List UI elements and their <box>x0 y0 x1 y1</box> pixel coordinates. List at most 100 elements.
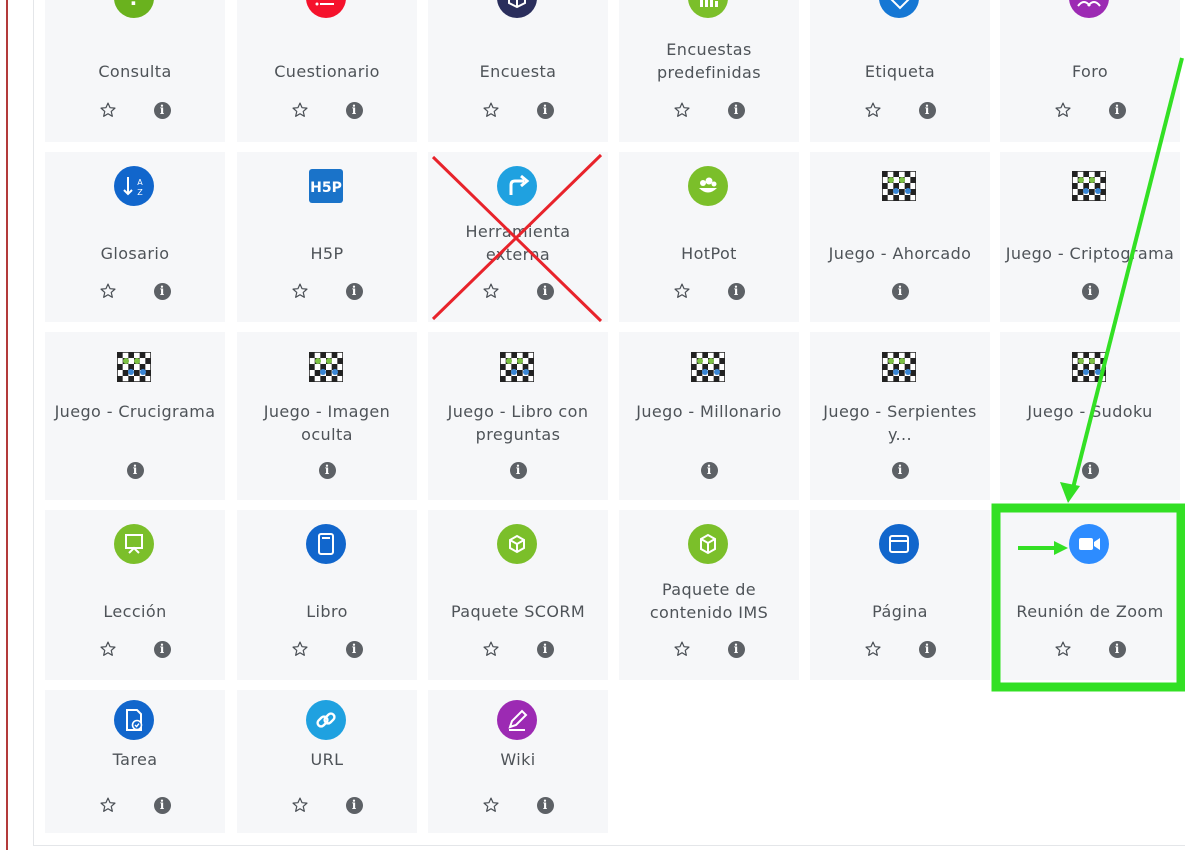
activity-tile[interactable]: Encuestas predefinidas i <box>619 0 799 142</box>
h5p-logo-icon: H5P <box>309 169 343 203</box>
activity-tile[interactable]: Wiki i <box>428 690 608 833</box>
star-icon[interactable] <box>1052 638 1074 660</box>
activity-tile[interactable]: A Z Glosario i <box>45 152 225 322</box>
activity-tile[interactable]: Reunión de Zoom i <box>1000 510 1180 680</box>
activity-tile[interactable]: Lección i <box>45 510 225 680</box>
activity-tile[interactable]: Paquete SCORM i <box>428 510 608 680</box>
package-cube-icon <box>497 524 537 564</box>
activity-label: Paquete SCORM <box>450 602 586 621</box>
activity-tile[interactable]: Juego - Serpientes y... i <box>810 332 990 500</box>
star-icon[interactable] <box>97 794 119 816</box>
tile-actions: i <box>45 279 225 303</box>
activity-tile[interactable]: H5P H5P i <box>237 152 417 322</box>
star-icon[interactable] <box>289 638 311 660</box>
game-checkerboard-icon <box>500 350 534 384</box>
star-icon[interactable] <box>289 794 311 816</box>
activity-tile[interactable]: Herramienta externa i <box>428 152 608 322</box>
info-icon[interactable]: i <box>151 794 173 816</box>
activity-label: Libro <box>306 602 348 621</box>
book-icon <box>306 524 346 564</box>
info-icon[interactable]: i <box>316 459 338 481</box>
bar-chart-icon <box>688 0 728 18</box>
info-icon[interactable]: i <box>151 280 173 302</box>
activity-tile[interactable]: Cuestionario i <box>237 0 417 142</box>
star-icon[interactable] <box>671 638 693 660</box>
star-icon[interactable] <box>671 99 693 121</box>
activity-tile[interactable]: Libro i <box>237 510 417 680</box>
star-icon[interactable] <box>480 280 502 302</box>
info-icon[interactable]: i <box>534 638 556 660</box>
info-icon[interactable]: i <box>916 99 938 121</box>
star-icon[interactable] <box>289 99 311 121</box>
tile-actions: i <box>619 98 799 122</box>
info-icon[interactable]: i <box>916 638 938 660</box>
activity-tile[interactable]: Página i <box>810 510 990 680</box>
star-icon[interactable] <box>97 280 119 302</box>
tile-actions: i <box>619 458 799 482</box>
tile-actions: i <box>1000 98 1180 122</box>
info-icon[interactable]: i <box>343 794 365 816</box>
activity-label: Juego - Ahorcado <box>828 244 972 263</box>
info-icon[interactable]: i <box>534 99 556 121</box>
star-icon[interactable] <box>289 280 311 302</box>
activity-label: URL <box>310 750 344 769</box>
activity-tile[interactable]: Paquete de contenido IMS i <box>619 510 799 680</box>
survey-box-icon <box>497 0 537 18</box>
zoom-camera-icon <box>1069 524 1109 564</box>
info-icon[interactable]: i <box>1079 280 1101 302</box>
activity-tile[interactable]: Etiqueta i <box>810 0 990 142</box>
game-checkerboard-icon <box>1072 350 1106 384</box>
info-icon[interactable]: i <box>698 459 720 481</box>
star-icon[interactable] <box>862 638 884 660</box>
activity-tile[interactable]: Juego - Crucigrama i <box>45 332 225 500</box>
activity-label: Juego - Criptograma <box>1005 244 1175 263</box>
tile-actions: i <box>237 279 417 303</box>
wiki-pen-icon <box>497 700 537 740</box>
info-icon[interactable]: i <box>889 280 911 302</box>
info-icon[interactable]: i <box>1079 459 1101 481</box>
star-icon[interactable] <box>480 794 502 816</box>
tile-actions: i <box>45 98 225 122</box>
info-icon[interactable]: i <box>124 459 146 481</box>
star-icon[interactable] <box>480 99 502 121</box>
info-icon[interactable]: i <box>725 638 747 660</box>
info-icon[interactable]: i <box>151 638 173 660</box>
activity-tile[interactable]: Foro i <box>1000 0 1180 142</box>
activity-tile[interactable]: Tarea i <box>45 690 225 833</box>
info-icon[interactable]: i <box>725 280 747 302</box>
tile-actions: i <box>810 98 990 122</box>
info-icon[interactable]: i <box>725 99 747 121</box>
activity-tile[interactable]: ? Consulta i <box>45 0 225 142</box>
activity-tile[interactable]: URL i <box>237 690 417 833</box>
star-icon[interactable] <box>671 280 693 302</box>
star-icon[interactable] <box>1052 99 1074 121</box>
activity-tile[interactable]: Juego - Ahorcado i <box>810 152 990 322</box>
star-icon[interactable] <box>480 638 502 660</box>
info-icon[interactable]: i <box>151 99 173 121</box>
activity-tile[interactable]: Juego - Millonario i <box>619 332 799 500</box>
activity-tile[interactable]: Juego - Criptograma i <box>1000 152 1180 322</box>
activity-tile[interactable]: Juego - Imagen oculta i <box>237 332 417 500</box>
activity-label: Juego - Sudoku <box>1027 402 1153 421</box>
info-icon[interactable]: i <box>534 794 556 816</box>
star-icon[interactable] <box>862 99 884 121</box>
activity-tile[interactable]: HotPot i <box>619 152 799 322</box>
info-icon[interactable]: i <box>507 459 529 481</box>
activity-tile[interactable]: Juego - Sudoku i <box>1000 332 1180 500</box>
info-icon[interactable]: i <box>343 99 365 121</box>
activity-tile[interactable]: Encuesta i <box>428 0 608 142</box>
activity-label: Juego - Imagen oculta <box>263 402 391 444</box>
info-icon[interactable]: i <box>1106 99 1128 121</box>
info-icon[interactable]: i <box>343 280 365 302</box>
info-icon[interactable]: i <box>1106 638 1128 660</box>
activity-label: Juego - Crucigrama <box>54 402 216 421</box>
hotpot-icon <box>688 166 728 206</box>
info-icon[interactable]: i <box>889 459 911 481</box>
star-icon[interactable] <box>97 638 119 660</box>
activity-label: Reunión de Zoom <box>1016 602 1164 621</box>
star-icon[interactable] <box>97 99 119 121</box>
info-icon[interactable]: i <box>534 280 556 302</box>
info-icon[interactable]: i <box>343 638 365 660</box>
quiz-list-icon <box>306 0 346 18</box>
activity-tile[interactable]: Juego - Libro con preguntas i <box>428 332 608 500</box>
